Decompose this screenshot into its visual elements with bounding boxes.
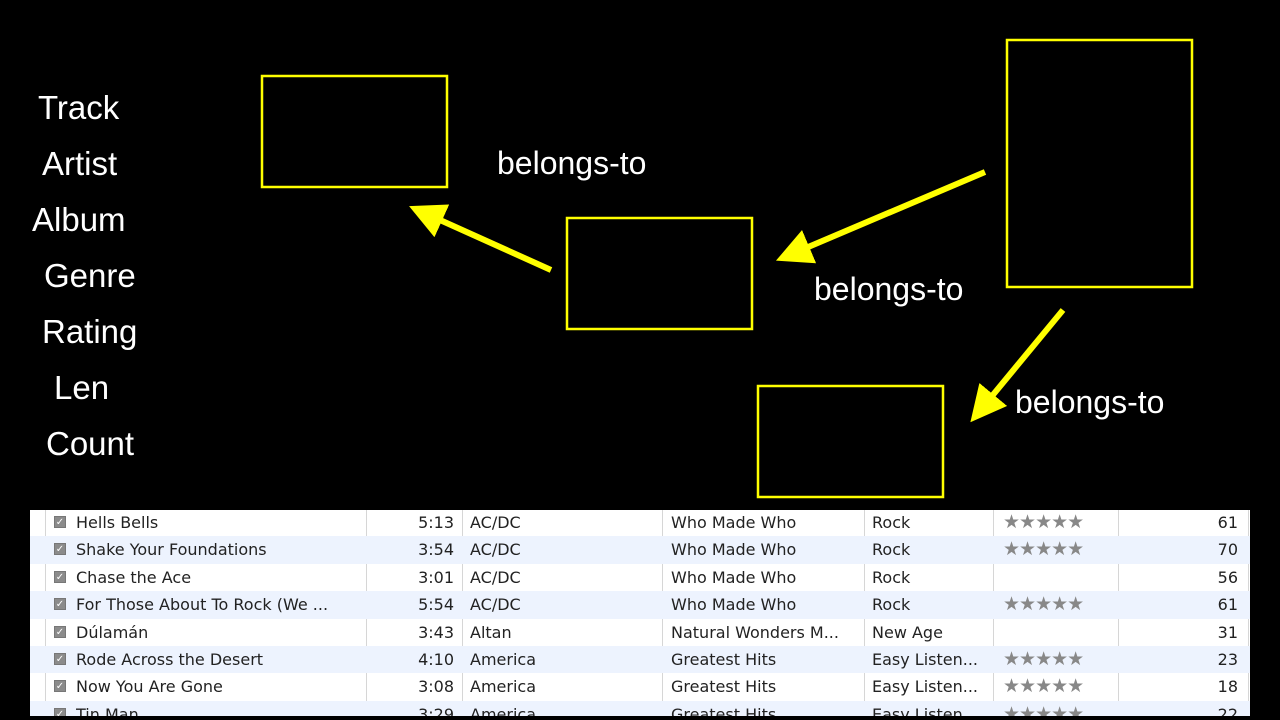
track-count: 18 (1217, 677, 1238, 697)
track-album: Greatest Hits (671, 704, 777, 716)
track-time: 3:29 (418, 704, 454, 716)
checkbox-icon[interactable]: ✓ (54, 625, 66, 638)
track-name: For Those About To Rock (We ... (76, 595, 329, 615)
track-genre: Easy Listen... (872, 677, 979, 697)
table-row[interactable]: ✓ Hells Bells 5:13 AC/DC Who Made Who Rock ★★★… (30, 510, 1250, 536)
relation-label: belongs-to (814, 271, 964, 307)
track-time: 3:01 (418, 567, 454, 587)
track-genre: New Age (872, 622, 943, 642)
track-genre: Rock (872, 513, 911, 532)
track-count: 31 (1217, 622, 1238, 642)
track-genre: Easy Listen... (872, 650, 979, 669)
track-name: Dúlamán (76, 622, 149, 642)
track-artist: AC/DC (470, 595, 521, 615)
track-time: 3:08 (418, 677, 454, 697)
entity-diagram (260, 38, 1194, 499)
checkbox-icon[interactable]: ✓ (54, 516, 66, 528)
track-time: 3:54 (418, 540, 454, 560)
track-time: 5:54 (418, 595, 454, 615)
table-row[interactable]: ✓ Chase the Ace 3:01 AC/DC Who Made Who Rock 5… (30, 564, 1250, 591)
track-name: Rode Across the Desert (76, 650, 264, 669)
rating-stars[interactable] (1003, 619, 1113, 646)
arrow-album-artist (409, 204, 553, 273)
checkbox-icon[interactable]: ✓ (54, 653, 66, 665)
entity-box-genre (756, 384, 945, 499)
track-artist: America (470, 677, 536, 697)
track-time: 5:13 (418, 513, 454, 532)
entity-box-artist (260, 74, 449, 189)
track-name: Hells Bells (76, 513, 159, 532)
track-count: 61 (1217, 595, 1238, 615)
track-time: 4:10 (418, 650, 454, 669)
track-album: Greatest Hits (671, 650, 777, 669)
relation-label: belongs-to (497, 145, 647, 181)
checkbox-icon[interactable]: ✓ (54, 570, 66, 583)
rating-stars[interactable]: ★★★★★ (1003, 646, 1113, 673)
track-genre: Rock (872, 595, 911, 615)
track-album: Natural Wonders M... (671, 622, 839, 642)
track-count: 56 (1217, 567, 1238, 587)
track-table: ✓ Hells Bells 5:13 AC/DC Who Made Who Rock ★★★… (30, 510, 1250, 716)
table-row[interactable]: ✓ Shake Your Foundations 3:54 AC/DC Who Made… (30, 536, 1250, 564)
track-genre: Rock (872, 540, 911, 560)
track-genre: Easy Listen... (872, 704, 979, 716)
rating-stars[interactable]: ★★★★★ (1003, 591, 1113, 618)
track-name: Now You Are Gone (76, 677, 223, 697)
checkbox-icon[interactable]: ✓ (54, 707, 66, 716)
arrow-track-album (775, 169, 987, 264)
track-album: Greatest Hits (671, 677, 777, 697)
track-time: 3:43 (418, 622, 454, 642)
entity-box-album (565, 216, 754, 331)
track-artist: Altan (470, 622, 512, 642)
checkbox-icon[interactable]: ✓ (54, 598, 66, 611)
table-row[interactable]: ✓ Tin Man 3:29 America Greatest Hits Easy Lis… (30, 700, 1250, 716)
track-artist: America (470, 704, 536, 716)
table-row[interactable]: ✓ Now You Are Gone 3:08 America Greatest Hit… (30, 673, 1250, 700)
track-artist: AC/DC (470, 540, 521, 560)
track-artist: AC/DC (470, 513, 521, 532)
relation-label: belongs-to (1015, 384, 1165, 420)
table-row[interactable]: ✓ Dúlamán 3:43 Altan Natural Wonders M... New… (30, 619, 1250, 646)
track-count: 70 (1217, 540, 1238, 560)
track-album: Who Made Who (671, 567, 797, 587)
checkbox-icon[interactable]: ✓ (54, 543, 66, 556)
rating-stars[interactable]: ★★★★★ (1003, 673, 1113, 700)
rating-stars[interactable] (1003, 564, 1113, 591)
track-artist: AC/DC (470, 567, 521, 587)
track-genre: Rock (872, 567, 911, 587)
rating-stars[interactable]: ★★★★★ (1003, 510, 1113, 536)
checkbox-icon[interactable]: ✓ (54, 680, 66, 693)
table-row[interactable]: ✓ For Those About To Rock (We ... 5:54 AC/D… (30, 591, 1250, 619)
track-count: 61 (1217, 513, 1238, 532)
rating-stars[interactable]: ★★★★★ (1003, 701, 1113, 716)
track-count: 22 (1217, 704, 1238, 716)
table-row[interactable]: ✓ Rode Across the Desert 4:10 America Greate… (30, 646, 1250, 674)
track-count: 23 (1217, 650, 1238, 669)
track-album: Who Made Who (671, 540, 797, 560)
rating-stars[interactable]: ★★★★★ (1003, 536, 1113, 563)
track-name: Tin Man (76, 704, 139, 716)
track-name: Shake Your Foundations (76, 540, 267, 560)
track-album: Who Made Who (671, 595, 797, 615)
track-artist: America (470, 650, 536, 669)
track-name: Chase the Ace (76, 567, 192, 587)
entity-box-track (1005, 38, 1194, 289)
track-album: Who Made Who (671, 513, 797, 532)
